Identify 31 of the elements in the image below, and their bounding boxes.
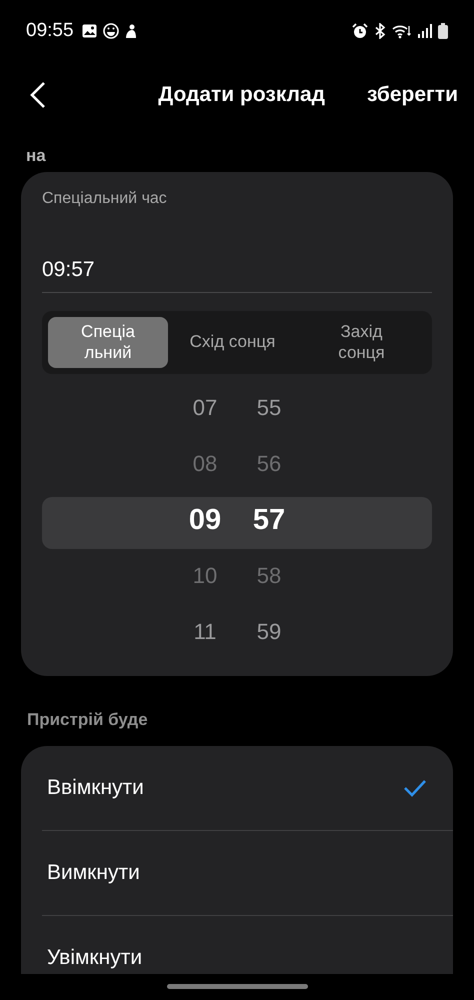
option-item[interactable]: Увімкнути [42,916,453,974]
hour-item[interactable]: 09 [186,492,224,548]
status-time: 09:55 [26,20,74,42]
section-label: Пристрій буде [26,709,149,731]
time-value: 09:57 [42,258,432,293]
bluetooth-icon [374,23,386,39]
option-item[interactable]: Ввімкнути [42,746,453,831]
field-label: Спеціальний час [42,190,168,208]
hour-item[interactable]: 08 [186,436,224,492]
option-item[interactable]: Вимкнути [42,831,453,916]
wifi-icon [392,23,412,39]
signal-icon [418,24,432,38]
battery-icon [438,23,448,39]
minute-item[interactable]: 56 [250,436,288,492]
minute-item[interactable]: 58 [250,548,288,604]
hour-item[interactable]: 07 [186,380,224,436]
page-title: Додати розклад [157,83,325,107]
figure-icon [124,24,137,38]
hour-item[interactable]: 10 [186,548,224,604]
minute-item[interactable]: 55 [250,380,288,436]
mode-tab[interactable]: Схід сонця [168,317,297,368]
hour-item[interactable]: 11 [186,604,224,660]
smiley-icon [102,23,119,39]
alarm-icon [352,23,368,39]
mode-tab[interactable]: Захід сонця [297,317,426,368]
minute-item[interactable]: 57 [250,492,288,548]
save-button[interactable]: зберегти [366,83,458,107]
minute-item[interactable]: 59 [250,604,288,660]
section-label: на [25,145,47,164]
mode-tab[interactable]: Спеціальний [48,317,168,368]
image-icon [82,24,97,38]
